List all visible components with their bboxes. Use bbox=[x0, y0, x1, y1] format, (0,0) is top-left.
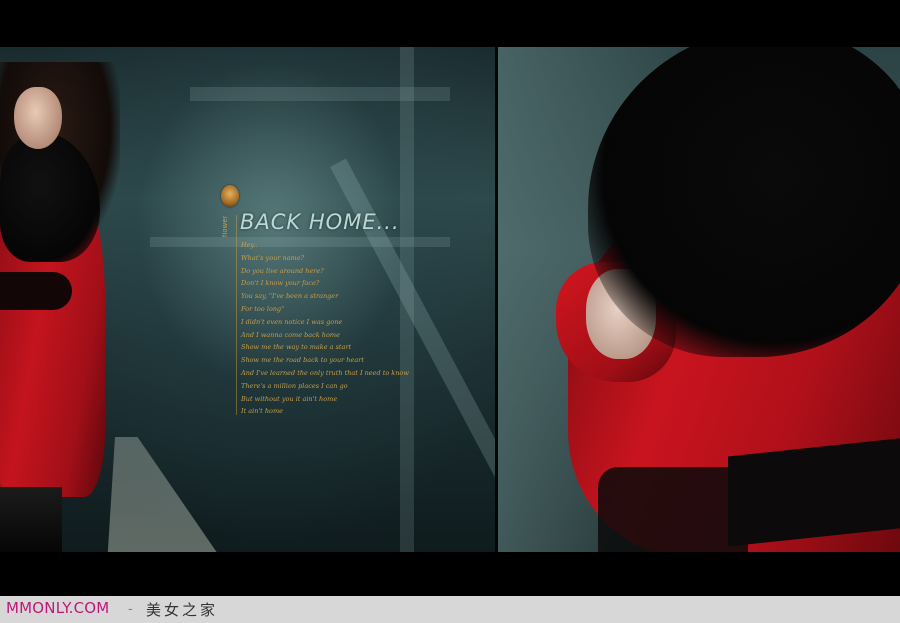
woman-in-red-coat bbox=[0, 47, 130, 552]
black-fur-collar bbox=[588, 47, 900, 357]
poem-line: And I've learned the only truth that I n… bbox=[241, 368, 409, 377]
dark-fabric bbox=[598, 467, 748, 552]
photo-title: BACK HOME... bbox=[240, 210, 400, 234]
poem-line: There's a million places I can go bbox=[241, 381, 348, 390]
black-belt bbox=[0, 272, 72, 310]
poem-line: But without you it ain't home bbox=[241, 394, 338, 403]
black-belt bbox=[728, 437, 900, 547]
watermark-bar: MMONLY.COM - 美女之家 bbox=[0, 596, 900, 623]
vertical-tag: flower bbox=[222, 215, 229, 237]
poem-line: It ain't home bbox=[241, 407, 283, 416]
photo-spread: flower BACK HOME... Hey.. What's your nam… bbox=[0, 47, 900, 552]
poem-line: I didn't even notice I was gone bbox=[241, 317, 343, 326]
poem-line: Hey.. bbox=[241, 241, 258, 249]
poem-line: Show me the road back to your heart bbox=[241, 356, 364, 365]
watermark-chinese-text: 美女之家 bbox=[146, 601, 219, 619]
poem-line: Show me the way to make a start bbox=[241, 343, 352, 352]
poem-text: Hey.. What's your name? Do you live around… bbox=[241, 239, 421, 418]
poem-line: Do you live around here? bbox=[241, 266, 324, 275]
emblem-logo bbox=[221, 185, 239, 207]
poem-line: For too long" bbox=[241, 304, 285, 313]
text-rule bbox=[236, 215, 237, 415]
screenshot: flower BACK HOME... Hey.. What's your nam… bbox=[0, 0, 900, 623]
face bbox=[14, 87, 62, 149]
left-photo-panel: flower BACK HOME... Hey.. What's your nam… bbox=[0, 47, 495, 552]
watermark-site[interactable]: MMONLY.COM bbox=[6, 599, 109, 617]
poem-line: What's your name? bbox=[241, 253, 305, 262]
black-boots bbox=[0, 487, 62, 552]
poem-line: And I wanna come back home bbox=[241, 330, 340, 339]
watermark-separator: - bbox=[128, 600, 133, 616]
poem-line: Don't I know your face? bbox=[241, 279, 320, 288]
right-photo-panel bbox=[498, 47, 900, 552]
poem-line: You say, "I've been a stranger bbox=[241, 292, 339, 301]
